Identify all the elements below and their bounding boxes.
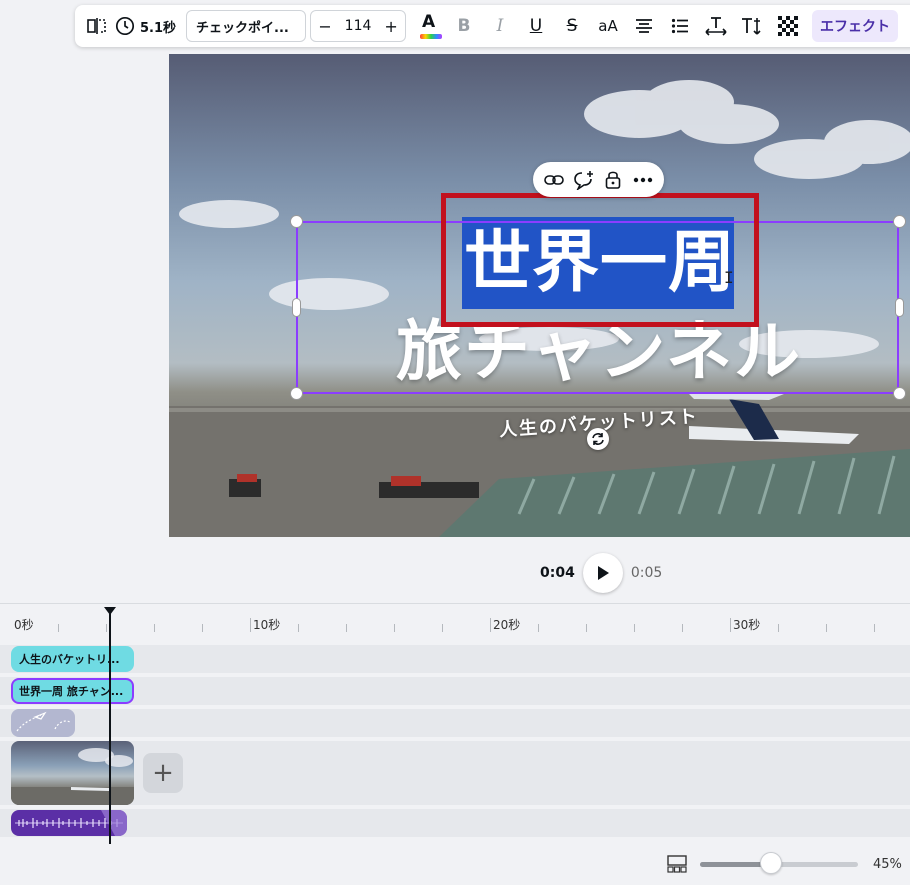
- playhead-marker-icon[interactable]: [104, 607, 116, 615]
- flip-icon: [87, 18, 106, 34]
- resize-handle-left[interactable]: [292, 298, 301, 317]
- more-options-button[interactable]: [630, 167, 656, 193]
- video-clip-thumbnail[interactable]: [11, 741, 134, 805]
- ruler-tick: [154, 624, 155, 632]
- ruler-tick: [58, 624, 59, 632]
- underline-button[interactable]: U: [518, 10, 554, 42]
- font-size-stepper: − 114 +: [310, 10, 407, 42]
- ruler-tick: [778, 624, 779, 632]
- video-thumbnail-image: [11, 748, 134, 805]
- transparency-icon: [778, 16, 799, 36]
- resize-handle-right[interactable]: [895, 298, 904, 317]
- subtitle-text-clip[interactable]: 人生のバケットリ...: [11, 646, 134, 672]
- ruler-tick: [346, 624, 347, 632]
- link-button[interactable]: [541, 167, 567, 193]
- comment-add-icon: [573, 170, 593, 190]
- text-color-icon: A: [422, 12, 436, 32]
- ruler-tick: [682, 624, 683, 632]
- track-subtitle: [0, 645, 910, 673]
- color-gradient-bar: [420, 34, 443, 39]
- playback-controls: 0:04 0:05: [540, 553, 662, 593]
- ruler-tick: [730, 618, 731, 632]
- ruler-label-20: 20秒: [493, 618, 521, 632]
- airplane-sketch-icon: [16, 711, 72, 732]
- resize-handle-bottom-left[interactable]: [290, 387, 303, 400]
- animation-clip[interactable]: [11, 709, 75, 737]
- resize-handle-bottom-right[interactable]: [893, 387, 906, 400]
- clock-icon: [115, 16, 135, 36]
- ruler-tick: [874, 624, 875, 632]
- resize-handle-top-left[interactable]: [290, 215, 303, 228]
- track-audio: [0, 809, 910, 837]
- ruler-tick: [298, 624, 299, 632]
- ruler-tick: [634, 624, 635, 632]
- bullet-list-icon: [671, 18, 689, 34]
- play-icon: [597, 566, 609, 580]
- font-size-input[interactable]: 114: [339, 18, 377, 34]
- highlight-annotation-box: [441, 193, 759, 327]
- rotate-icon: [592, 433, 604, 445]
- lock-icon: [606, 171, 621, 189]
- play-button[interactable]: [582, 553, 623, 593]
- ruler-tick: [538, 624, 539, 632]
- lock-button[interactable]: [600, 167, 626, 193]
- ruler-label-10: 10秒: [253, 618, 281, 632]
- spacing-button[interactable]: [698, 10, 734, 42]
- text-color-button[interactable]: A: [414, 10, 446, 42]
- flip-button[interactable]: [83, 10, 111, 42]
- bold-button[interactable]: B: [446, 10, 482, 42]
- effects-button[interactable]: エフェクト: [812, 10, 899, 42]
- italic-button[interactable]: I: [482, 10, 518, 42]
- resize-handle-top-right[interactable]: [893, 215, 906, 228]
- align-button[interactable]: [626, 10, 662, 42]
- transparency-button[interactable]: [770, 10, 806, 42]
- comment-button[interactable]: [571, 167, 597, 193]
- font-select[interactable]: チェックポイ...: [186, 10, 307, 42]
- duration-label: 5.1秒: [140, 20, 177, 36]
- font-size-increase-button[interactable]: +: [377, 17, 405, 36]
- text-orientation-button[interactable]: [734, 10, 770, 42]
- rotate-handle[interactable]: [587, 428, 609, 450]
- ruler-tick: [250, 618, 251, 632]
- ruler-tick: [586, 624, 587, 632]
- zoom-value[interactable]: 45%: [873, 857, 902, 872]
- current-time: 0:04: [540, 565, 575, 581]
- track-title: [0, 677, 910, 705]
- grid-view-icon[interactable]: [667, 855, 687, 873]
- font-size-decrease-button[interactable]: −: [311, 17, 339, 36]
- more-icon: [633, 177, 653, 182]
- duration-button[interactable]: 5.1秒: [111, 10, 182, 42]
- ruler-label-0: 0秒: [14, 618, 34, 632]
- total-time: 0:05: [630, 565, 663, 581]
- track-video: [0, 741, 910, 805]
- timeline-playhead[interactable]: [109, 612, 111, 844]
- text-cursor-icon: I: [724, 268, 734, 287]
- ruler-tick: [106, 624, 107, 632]
- title-text-clip[interactable]: 世界一周 旅チャン...: [11, 678, 134, 704]
- text-toolbar: 5.1秒 チェックポイ... − 114 + A B I U S aA エフェク…: [75, 5, 910, 47]
- ruler-tick: [826, 624, 827, 632]
- list-button[interactable]: [662, 10, 698, 42]
- strikethrough-button[interactable]: S: [554, 10, 590, 42]
- ruler-tick: [442, 624, 443, 632]
- align-center-icon: [636, 19, 653, 33]
- ruler-tick: [490, 618, 491, 632]
- letter-case-button[interactable]: aA: [590, 10, 626, 42]
- ruler-label-30: 30秒: [733, 618, 761, 632]
- letter-spacing-icon: [705, 17, 727, 36]
- text-orientation-icon: [742, 18, 761, 35]
- timeline-ruler[interactable]: 0秒 10秒 20秒 30秒: [0, 603, 910, 639]
- track-animation: [0, 709, 910, 737]
- zoom-slider-thumb[interactable]: [760, 852, 782, 874]
- ruler-tick: [394, 624, 395, 632]
- link-icon: [544, 174, 564, 185]
- ruler-tick: [202, 624, 203, 632]
- element-context-menu: [533, 162, 664, 197]
- add-clip-button[interactable]: +: [143, 753, 183, 793]
